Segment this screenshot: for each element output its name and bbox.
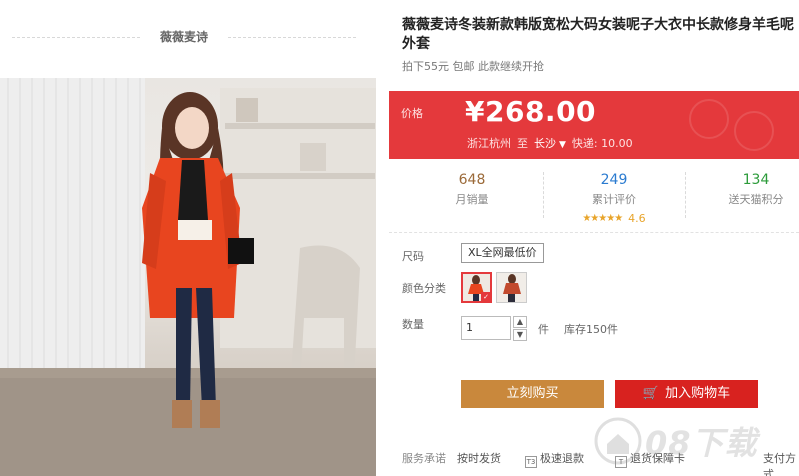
ship-origin: 浙江杭州	[467, 137, 511, 150]
star-rating-icon: ★★★★★	[582, 213, 623, 224]
service-item-fast-refund[interactable]: T3 极速退款	[525, 450, 584, 468]
divider	[685, 172, 686, 218]
rating-value: 4.6	[628, 212, 646, 225]
stat-points: 134 送天猫积分	[691, 166, 799, 224]
divider	[389, 232, 799, 233]
service-item[interactable]: 按时发货	[457, 450, 501, 466]
add-to-cart-label: 加入购物车	[665, 386, 731, 401]
shop-header: 薇薇麦诗	[12, 26, 356, 48]
points-count: 134	[742, 172, 770, 188]
destination-selector[interactable]: 长沙	[534, 137, 556, 150]
price-value: ¥268.00	[465, 95, 597, 128]
sold-count: 648	[458, 172, 486, 188]
watermark: 08下载	[593, 408, 793, 472]
rating-row: ★★★★★ 4.6	[549, 208, 679, 227]
quantity-increase-button[interactable]: ▲	[513, 316, 527, 328]
price-label: 价格	[401, 107, 423, 120]
color-swatch-red[interactable]: ✓	[461, 272, 492, 303]
shipping-info: 浙江杭州至长沙 ▼ 快递: 10.00	[467, 135, 633, 151]
product-image[interactable]	[0, 78, 376, 476]
stat-monthly-sales: 648 月销量	[407, 166, 537, 224]
stats-bar: 648 月销量 249 累计评价 ★★★★★ 4.6 134 送天猫积分	[389, 166, 799, 227]
divider	[228, 37, 356, 38]
buy-now-button[interactable]: 立刻购买	[461, 380, 604, 408]
watermark-text: 08下载	[645, 424, 758, 462]
color-label: 颜色分类	[402, 282, 446, 295]
stock-info: 库存150件	[564, 323, 618, 336]
check-icon: ✓	[481, 292, 490, 301]
review-count: 249	[600, 172, 628, 188]
review-label: 累计评价	[592, 193, 636, 206]
shipping-fee: 快递: 10.00	[571, 137, 633, 150]
chevron-down-icon[interactable]: ▼	[559, 140, 566, 150]
watermark-logo-icon	[594, 417, 642, 465]
sold-label: 月销量	[455, 193, 489, 206]
points-label: 送天猫积分	[728, 193, 784, 206]
quantity-unit: 件	[538, 323, 549, 336]
add-to-cart-button[interactable]: 🛒 加入购物车	[615, 380, 758, 408]
cart-icon: 🛒	[642, 386, 660, 401]
quantity-decrease-button[interactable]: ▼	[513, 329, 527, 341]
size-label: 尺码	[402, 250, 424, 263]
product-title: 薇薇麦诗冬装新款韩版宽松大码女装呢子大衣中长款修身羊毛呢外套	[402, 17, 794, 52]
ship-to: 至	[517, 137, 528, 150]
product-subtitle: 拍下55元 包邮 此款继续开抢	[402, 60, 544, 73]
stat-reviews[interactable]: 249 累计评价 ★★★★★ 4.6	[549, 166, 679, 227]
swatch-thumbnail	[497, 273, 526, 302]
color-swatch-alt[interactable]	[496, 272, 527, 303]
price-panel: 价格 ¥268.00 浙江杭州至长沙 ▼ 快递: 10.00	[389, 91, 799, 159]
divider	[543, 172, 544, 218]
quantity-input[interactable]: 1	[461, 316, 511, 340]
refund-tag-icon: T3	[525, 456, 537, 468]
decorative-circle	[689, 99, 729, 139]
decorative-circle	[734, 111, 774, 151]
size-option[interactable]: XL全网最低价	[461, 243, 544, 263]
service-item-label: 极速退款	[540, 452, 584, 465]
product-photo-illustration	[0, 78, 376, 476]
product-gallery: 薇薇麦诗	[0, 0, 378, 476]
service-label: 服务承诺	[402, 452, 446, 465]
quantity-label: 数量	[402, 318, 424, 331]
product-info: 薇薇麦诗冬装新款韩版宽松大码女装呢子大衣中长款修身羊毛呢外套 拍下55元 包邮 …	[389, 0, 799, 476]
